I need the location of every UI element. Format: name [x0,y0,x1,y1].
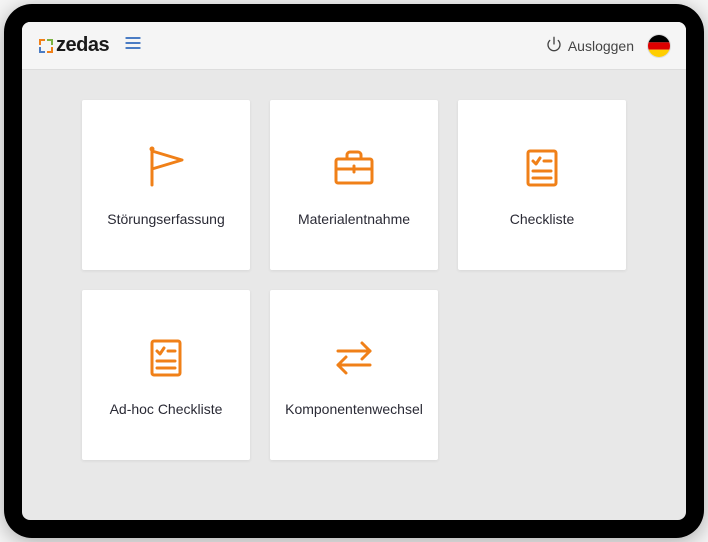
language-flag-de[interactable] [648,35,670,57]
tile-grid: Störungserfassung Materialentnahme [82,100,626,460]
tablet-frame: zedas Ausloggen [4,4,704,538]
tile-label: Checkliste [510,211,575,227]
tile-stoerungserfassung[interactable]: Störungserfassung [82,100,250,270]
tile-label: Störungserfassung [107,211,225,227]
briefcase-icon [330,143,378,191]
menu-icon[interactable] [123,33,143,58]
checklist-icon [142,333,190,381]
header-right: Ausloggen [546,35,670,57]
tile-adhoc-checkliste[interactable]: Ad-hoc Checkliste [82,290,250,460]
flag-icon [142,143,190,191]
power-icon [546,36,562,55]
brand-logo[interactable]: zedas [38,34,109,57]
main-content: Störungserfassung Materialentnahme [22,70,686,520]
app-screen: zedas Ausloggen [22,22,686,520]
tile-komponentenwechsel[interactable]: Komponentenwechsel [270,290,438,460]
brand-name: zedas [56,34,109,57]
swap-icon [330,333,378,381]
logout-label: Ausloggen [568,38,634,54]
tile-checkliste[interactable]: Checkliste [458,100,626,270]
app-header: zedas Ausloggen [22,22,686,70]
tile-materialentnahme[interactable]: Materialentnahme [270,100,438,270]
logo-mark-icon [38,38,54,54]
tile-label: Ad-hoc Checkliste [110,401,223,417]
logout-button[interactable]: Ausloggen [546,36,634,55]
checklist-icon [518,143,566,191]
tile-label: Komponentenwechsel [285,401,423,417]
tile-label: Materialentnahme [298,211,410,227]
